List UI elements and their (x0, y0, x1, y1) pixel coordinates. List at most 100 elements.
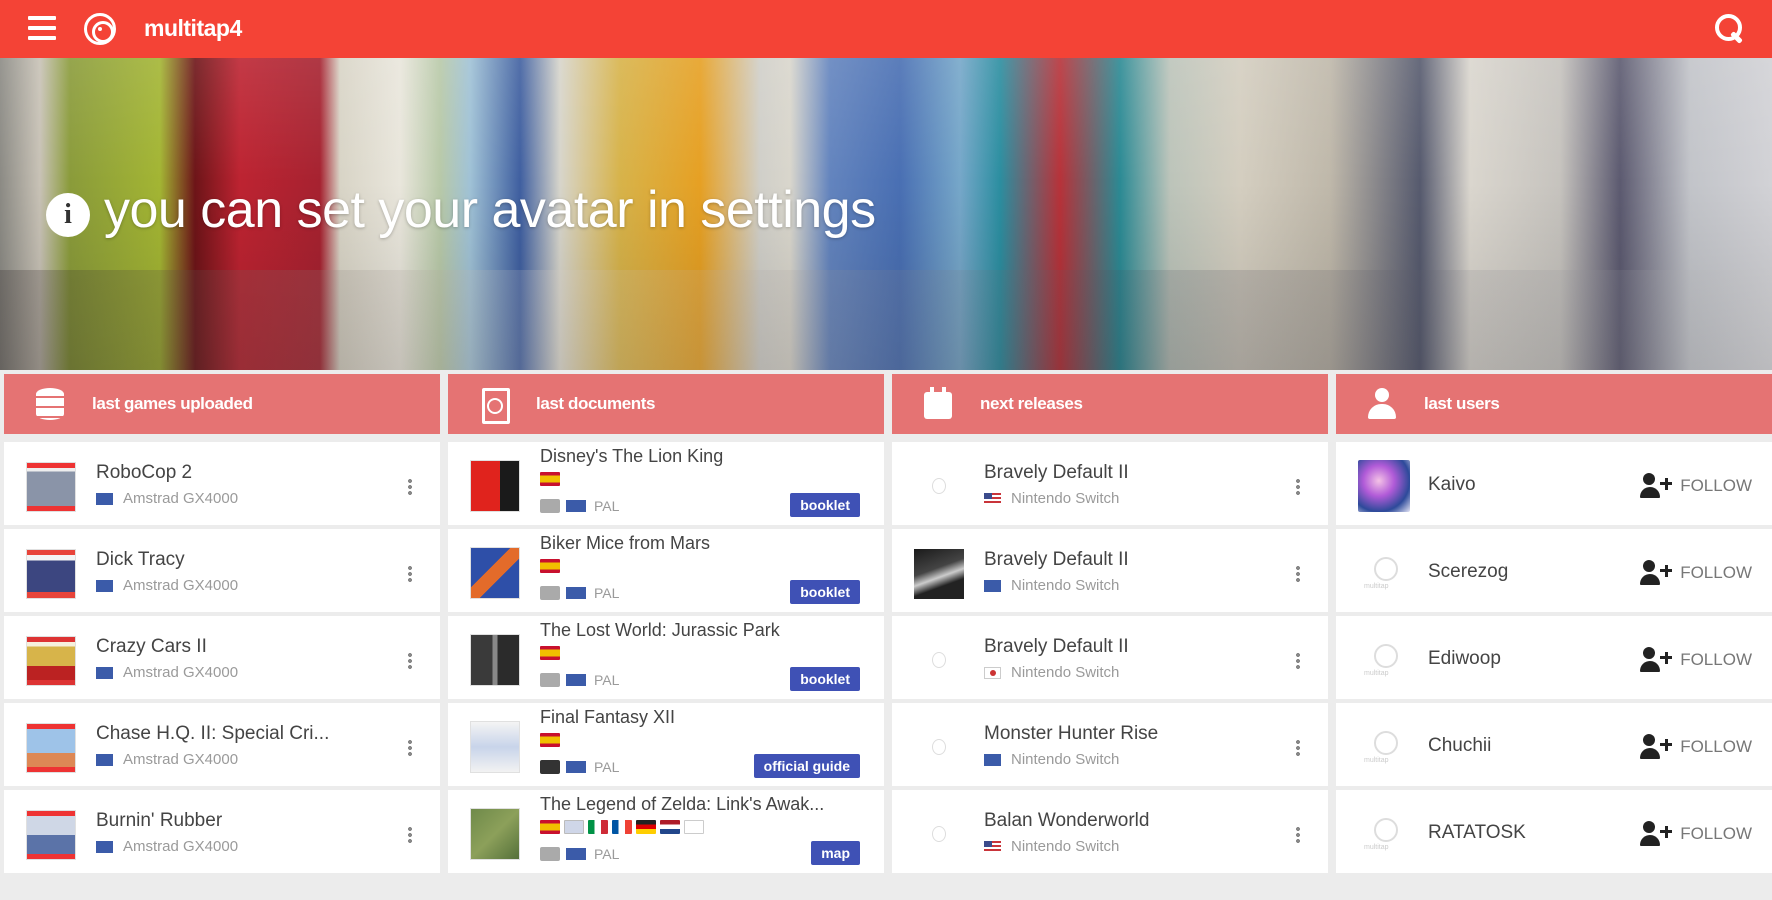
game-row[interactable]: Dick Tracy Amstrad GX4000 (4, 529, 440, 616)
avatar[interactable] (1358, 634, 1410, 686)
last-documents-header[interactable]: last documents (448, 374, 884, 434)
user-row[interactable]: Kaivo FOLLOW (1336, 442, 1772, 529)
uk-flag-icon (564, 820, 584, 834)
more-vertical-icon[interactable] (1296, 739, 1300, 757)
release-title: Bravely Default II (984, 549, 1129, 570)
italy-flag-icon (588, 820, 608, 834)
japan-flag-icon (684, 820, 704, 834)
more-vertical-icon[interactable] (408, 652, 412, 670)
eu-flag-icon (96, 753, 113, 766)
avatar[interactable] (1358, 721, 1410, 773)
eu-flag-icon (566, 761, 586, 773)
game-row[interactable]: RoboCop 2 Amstrad GX4000 (4, 442, 440, 529)
more-vertical-icon[interactable] (1296, 652, 1300, 670)
game-platform: Amstrad GX4000 (123, 490, 239, 507)
release-cover-placeholder (914, 723, 964, 773)
document-row[interactable]: Disney's The Lion King PAL booklet (448, 442, 884, 529)
game-row[interactable]: Burnin' Rubber Amstrad GX4000 (4, 790, 440, 877)
avatar[interactable] (1358, 547, 1410, 599)
document-region: PAL (594, 498, 620, 514)
release-row[interactable]: Monster Hunter Rise Nintendo Switch (892, 703, 1328, 790)
release-cover-placeholder (914, 462, 964, 512)
release-platform: Nintendo Switch (1011, 751, 1120, 768)
more-vertical-icon[interactable] (408, 739, 412, 757)
user-row[interactable]: Scerezog FOLLOW (1336, 529, 1772, 616)
search-icon[interactable] (1714, 13, 1746, 45)
user-row[interactable]: Ediwoop FOLLOW (1336, 616, 1772, 703)
multitap-logo-icon[interactable] (84, 13, 116, 45)
more-vertical-icon[interactable] (1296, 565, 1300, 583)
document-type-tag[interactable]: official guide (753, 754, 860, 778)
document-row[interactable]: Final Fantasy XII PAL official guide (448, 703, 884, 790)
game-cover (26, 636, 76, 686)
document-title: The Lost World: Jurassic Park (540, 620, 780, 640)
person-add-icon (1640, 733, 1676, 761)
release-title: Bravely Default II (984, 636, 1129, 657)
game-row[interactable]: Crazy Cars II Amstrad GX4000 (4, 616, 440, 703)
more-vertical-icon[interactable] (408, 478, 412, 496)
user-row[interactable]: RATATOSK FOLLOW (1336, 790, 1772, 877)
document-type-tag[interactable]: booklet (790, 667, 860, 691)
release-row[interactable]: Bravely Default II Nintendo Switch (892, 616, 1328, 703)
follow-button[interactable]: FOLLOW (1640, 733, 1752, 761)
avatar[interactable] (1358, 808, 1410, 860)
follow-button[interactable]: FOLLOW (1640, 820, 1752, 848)
more-vertical-icon[interactable] (408, 826, 412, 844)
document-row[interactable]: The Legend of Zelda: Link's Awak... PAL … (448, 790, 884, 877)
last-games-column: last games uploaded RoboCop 2 Amstrad GX… (4, 374, 440, 900)
release-platform: Nintendo Switch (1011, 577, 1120, 594)
document-type-tag[interactable]: booklet (790, 580, 860, 604)
document-type-tag[interactable]: booklet (790, 493, 860, 517)
release-platform: Nintendo Switch (1011, 490, 1120, 507)
avatar[interactable] (1358, 460, 1410, 512)
spain-flag-icon (540, 559, 560, 573)
more-vertical-icon[interactable] (1296, 826, 1300, 844)
release-row[interactable]: Bravely Default II Nintendo Switch (892, 442, 1328, 529)
next-releases-header[interactable]: next releases (892, 374, 1328, 434)
follow-button[interactable]: FOLLOW (1640, 559, 1752, 587)
pdf-document-icon (476, 386, 512, 424)
document-row[interactable]: Biker Mice from Mars PAL booklet (448, 529, 884, 616)
database-icon (32, 386, 68, 422)
game-platform: Amstrad GX4000 (123, 838, 239, 855)
game-title: Dick Tracy (96, 549, 185, 570)
eu-flag-icon (566, 500, 586, 512)
username[interactable]: Ediwoop (1428, 648, 1501, 670)
username[interactable]: Scerezog (1428, 561, 1508, 583)
document-thumbnail (470, 808, 520, 860)
game-row[interactable]: Chase H.Q. II: Special Cri... Amstrad GX… (4, 703, 440, 790)
user-row[interactable]: Chuchii FOLLOW (1336, 703, 1772, 790)
username[interactable]: RATATOSK (1428, 822, 1526, 844)
follow-label: FOLLOW (1680, 737, 1752, 756)
last-users-column: last users Kaivo FOLLOW Scerezog FOLLOW … (1336, 374, 1772, 900)
document-thumbnail (470, 634, 520, 686)
follow-button[interactable]: FOLLOW (1640, 472, 1752, 500)
japan-flag-icon (984, 666, 1001, 679)
console-icon (540, 499, 560, 513)
last-documents-column: last documents Disney's The Lion King PA… (448, 374, 884, 900)
release-row[interactable]: Balan Wonderworld Nintendo Switch (892, 790, 1328, 877)
release-title: Balan Wonderworld (984, 810, 1150, 831)
last-users-header[interactable]: last users (1336, 374, 1772, 434)
menu-icon[interactable] (28, 16, 56, 40)
more-vertical-icon[interactable] (408, 565, 412, 583)
us-flag-icon (984, 492, 1001, 505)
release-platform: Nintendo Switch (1011, 838, 1120, 855)
follow-label: FOLLOW (1680, 824, 1752, 843)
last-games-header[interactable]: last games uploaded (4, 374, 440, 434)
game-cover (26, 723, 76, 773)
user-icon (1364, 386, 1400, 422)
document-row[interactable]: The Lost World: Jurassic Park PAL bookle… (448, 616, 884, 703)
release-cover-placeholder (914, 636, 964, 686)
person-add-icon (1640, 472, 1676, 500)
follow-button[interactable]: FOLLOW (1640, 646, 1752, 674)
more-vertical-icon[interactable] (1296, 478, 1300, 496)
app-title[interactable]: multitap4 (144, 15, 242, 42)
username[interactable]: Kaivo (1428, 474, 1476, 496)
document-type-tag[interactable]: map (811, 841, 860, 865)
release-row[interactable]: Bravely Default II Nintendo Switch (892, 529, 1328, 616)
game-title: Crazy Cars II (96, 636, 207, 657)
person-add-icon (1640, 646, 1676, 674)
netherlands-flag-icon (660, 820, 680, 834)
username[interactable]: Chuchii (1428, 735, 1491, 757)
